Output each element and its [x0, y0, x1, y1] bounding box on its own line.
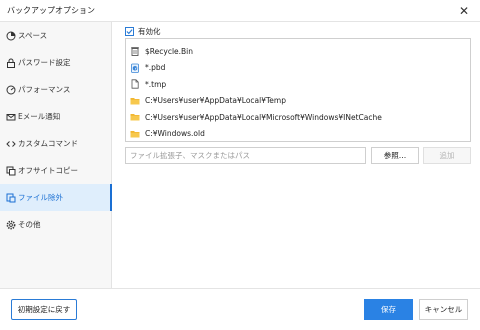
recycle-bin-icon [130, 46, 140, 57]
list-item-text: *.pbd [145, 63, 166, 73]
sidebar-item-label: Eメール通知 [18, 112, 61, 121]
file-exclusion-panel: 有効化 $Recycle.Bin *.pbd *.tmp C:¥Users¥us… [113, 22, 480, 288]
add-button[interactable]: 追加 [423, 147, 471, 164]
exclusion-list[interactable]: $Recycle.Bin *.pbd *.tmp C:¥Users¥user¥A… [125, 38, 471, 142]
list-item[interactable]: $Recycle.Bin [126, 43, 470, 60]
copy-icon [5, 165, 16, 176]
list-item-text: $Recycle.Bin [145, 46, 194, 56]
file-exclude-icon [5, 192, 16, 203]
checkmark-icon [126, 29, 133, 35]
folder-icon [130, 129, 140, 139]
sidebar: スペース パスワード設定 パフォーマンス Eメール通知 カスタムコマンド オフサ… [0, 22, 112, 288]
reset-defaults-button[interactable]: 初期設定に戻す [11, 299, 77, 320]
speedometer-icon [5, 84, 16, 95]
browse-button[interactable]: 参照… [371, 147, 419, 164]
save-button[interactable]: 保存 [364, 299, 413, 320]
sidebar-item-space[interactable]: スペース [0, 22, 112, 49]
list-item[interactable]: *.tmp [126, 76, 470, 93]
list-item[interactable]: C:¥Users¥user¥AppData¥Local¥Microsoft¥Wi… [126, 109, 470, 126]
enable-label: 有効化 [138, 27, 161, 36]
sidebar-item-label: オフサイトコピー [18, 166, 78, 175]
sidebar-item-label: スペース [18, 31, 48, 40]
folder-icon [130, 112, 140, 122]
sidebar-item-offsite-copy[interactable]: オフサイトコピー [0, 157, 112, 184]
sidebar-item-file-exclusion[interactable]: ファイル除外 [0, 184, 112, 211]
list-item[interactable]: C:¥Windows.old [126, 126, 470, 143]
sidebar-item-label: パスワード設定 [18, 58, 71, 67]
sidebar-item-label: カスタムコマンド [18, 139, 78, 148]
title-bar: バックアップオプション ✕ [0, 0, 480, 22]
list-item-text: C:¥Users¥user¥AppData¥Local¥Temp [145, 96, 286, 106]
gear-icon [5, 219, 16, 230]
lock-icon [5, 57, 16, 68]
sidebar-item-other[interactable]: その他 [0, 211, 112, 238]
list-item[interactable]: C:¥Users¥user¥AppData¥Local¥Temp [126, 93, 470, 110]
pie-chart-icon [5, 30, 16, 41]
list-item-text: *.tmp [145, 79, 167, 89]
sidebar-item-password[interactable]: パスワード設定 [0, 49, 112, 76]
pbd-file-icon [130, 63, 140, 73]
folder-icon [130, 96, 140, 106]
sidebar-item-label: その他 [18, 220, 41, 229]
exclusion-pattern-input[interactable] [125, 147, 366, 164]
enable-checkbox[interactable] [125, 27, 134, 36]
enable-row: 有効化 [125, 26, 161, 37]
sidebar-item-label: パフォーマンス [18, 85, 71, 94]
dialog-footer: 初期設定に戻す 保存 キャンセル [0, 288, 480, 330]
sidebar-item-label: ファイル除外 [18, 193, 63, 202]
sidebar-item-performance[interactable]: パフォーマンス [0, 76, 112, 103]
code-icon [5, 138, 16, 149]
list-item[interactable]: *.pbd [126, 60, 470, 77]
sidebar-item-email[interactable]: Eメール通知 [0, 103, 112, 130]
cancel-button[interactable]: キャンセル [419, 299, 468, 320]
list-item-text: C:¥Users¥user¥AppData¥Local¥Microsoft¥Wi… [145, 112, 382, 122]
mail-icon [5, 111, 16, 122]
list-item-text: C:¥Windows.old [145, 129, 205, 139]
sidebar-item-custom-command[interactable]: カスタムコマンド [0, 130, 112, 157]
window-title: バックアップオプション [7, 6, 95, 15]
file-icon [130, 79, 140, 89]
close-icon[interactable]: ✕ [459, 3, 469, 19]
